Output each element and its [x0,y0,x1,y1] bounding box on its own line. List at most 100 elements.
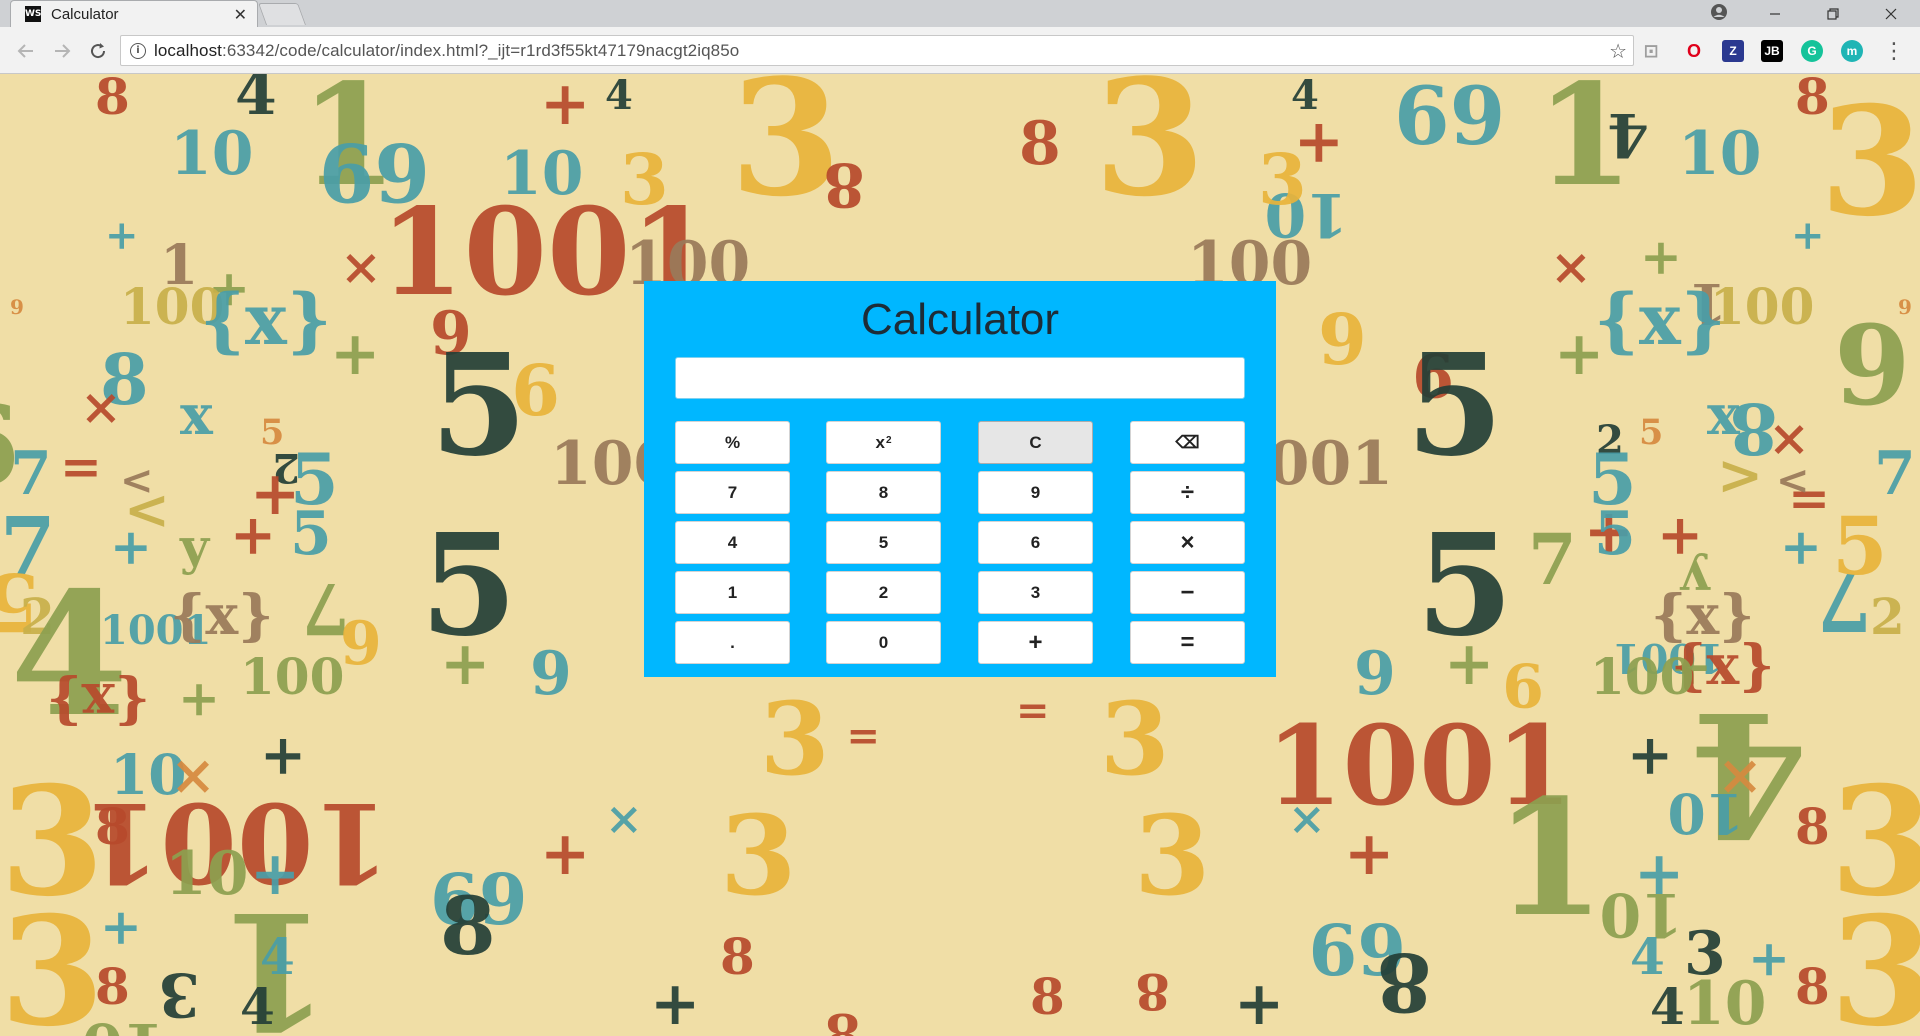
digit-7-label: 7 [727,482,738,502]
reload-button[interactable] [86,39,110,63]
digit-5-button[interactable]: 5 [826,521,941,564]
background-glyph: {x} [46,671,150,736]
background-glyph: 9 [1834,301,1911,430]
jetbrains-extension-icon[interactable]: JB [1761,40,1783,62]
digit-9-button[interactable]: 9 [978,471,1093,514]
background-glyph: + [260,722,306,787]
backspace-button[interactable]: ⌫ [1130,421,1245,464]
background-glyph: 9 [530,639,572,709]
background-glyph: 5 [290,499,332,569]
calculator-display-input[interactable] [675,357,1245,399]
digit-8-label: 8 [878,482,889,502]
multiply-button[interactable]: × [1130,521,1245,564]
background-glyph: {x} [1594,278,1726,361]
background-glyph: {x} [170,582,274,647]
background-glyph: 100 [1590,647,1694,706]
percent-label: % [724,432,741,452]
arrow-right-icon [55,44,71,58]
background-glyph: 4 [605,74,633,119]
digit-4-button[interactable]: 4 [675,521,790,564]
square-button[interactable]: x2 [826,421,941,464]
digit-0-button[interactable]: 0 [826,621,941,664]
new-tab-button[interactable] [257,3,307,25]
background-glyph: 1 [1536,74,1633,218]
calculator-panel: Calculator % x 2 C ⌫ 7 8 9 ÷ 4 5 6 × 1 2 3 −. 0 + = [644,281,1276,677]
digit-0-label: 0 [878,632,889,652]
back-button[interactable] [14,39,38,63]
background-glyph: + [1344,819,1394,889]
background-glyph: 69 [1394,74,1505,163]
grammarly-extension-icon[interactable]: G [1801,40,1823,62]
profile-icon[interactable] [1710,3,1728,21]
background-glyph: 8 [95,74,130,126]
backspace-label: ⌫ [1175,432,1200,452]
z-extension-icon[interactable]: Z [1722,40,1744,62]
restore-button[interactable] [1804,0,1862,27]
digit-3-button[interactable]: 3 [978,571,1093,614]
background-glyph: + [540,819,590,889]
browser-tab[interactable]: WS Calculator ✕ [10,0,258,27]
clear-button[interactable]: C [978,421,1093,464]
add-button[interactable]: + [978,621,1093,664]
background-glyph: 10 [170,119,254,189]
background-glyph: 10 [1678,119,1762,189]
background-glyph: 9 [1318,298,1367,381]
square-label: x [875,432,885,452]
info-icon[interactable]: i [130,42,146,59]
background-glyph: 8 [825,1002,860,1036]
url-text[interactable]: localhost:63342/code/calculator/index.ht… [154,41,739,61]
digit-8-button[interactable]: 8 [826,471,941,514]
percent-button[interactable]: % [675,421,790,464]
digit-3-label: 3 [1030,582,1041,602]
digit-6-button[interactable]: 6 [978,521,1093,564]
m-extension-icon[interactable]: m [1841,40,1863,62]
background-glyph: + [1627,722,1673,787]
background-glyph: 4 [1291,74,1319,119]
pdf-extension-icon[interactable]: ⊡ [1640,40,1662,62]
menu-kebab-icon[interactable]: ⋮ [1882,38,1906,63]
background-glyph: 7 [1528,518,1577,601]
background-glyph: 5 [1639,412,1663,453]
background-glyph: y [179,517,211,576]
background-glyph: 8 [1795,797,1830,856]
background-glyph: 8 [1376,935,1432,1029]
calculator-title: Calculator [860,295,1060,344]
subtract-button[interactable]: − [1130,571,1245,614]
divide-button[interactable]: ÷ [1130,471,1245,514]
background-glyph: 8 [95,957,130,1016]
url-host: localhost [154,40,222,60]
digit-2-label: 2 [878,582,889,602]
background-glyph: 3 [1820,74,1920,250]
tab-close-icon[interactable]: ✕ [234,5,247,25]
background-glyph: 5 [430,324,527,488]
background-glyph: + [1657,502,1703,567]
background-glyph: + [1634,839,1684,909]
address-bar[interactable]: i localhost:63342/code/calculator/index.… [120,35,1634,66]
background-glyph: > [1717,442,1763,507]
decimal-button[interactable]: . [675,621,790,664]
digit-7-button[interactable]: 7 [675,471,790,514]
equals-button[interactable]: = [1130,621,1245,664]
background-glyph: = [1016,687,1050,734]
close-window-button[interactable] [1862,0,1920,27]
opera-extension-icon[interactable]: O [1683,40,1705,62]
background-glyph: 8 [720,927,755,986]
background-glyph: 9 [340,609,382,679]
digit-1-label: 1 [727,582,738,602]
reload-icon [91,43,106,59]
minimize-button[interactable] [1746,0,1804,27]
background-glyph: + [1444,629,1494,699]
background-glyph: 3 [760,680,830,798]
bookmark-star-icon[interactable]: ☆ [1609,39,1627,64]
digit-2-button[interactable]: 2 [826,571,941,614]
add-label: + [1028,628,1043,656]
url-path: :63342/code/calculator/index.html?_ijt=r… [222,40,740,60]
background-glyph: 9 [1354,639,1396,709]
browser-toolbar: i localhost:63342/code/calculator/index.… [0,27,1920,74]
digit-1-button[interactable]: 1 [675,571,790,614]
background-glyph: + [1554,319,1604,389]
digit-9-label: 9 [1030,482,1041,502]
subtract-label: − [1180,578,1195,606]
background-glyph: 9 [10,295,24,319]
forward-button[interactable] [50,39,74,63]
